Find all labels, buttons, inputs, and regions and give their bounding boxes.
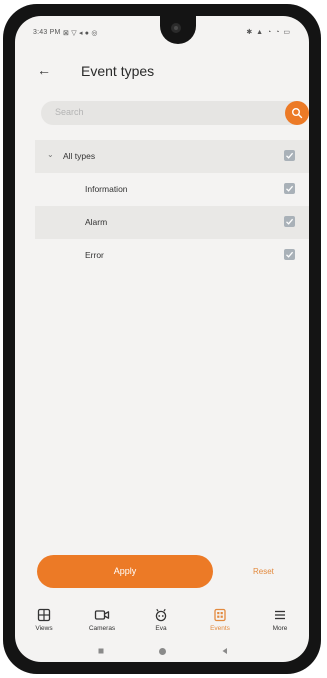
nav-label: Views (35, 625, 53, 632)
nav-label: Eva (155, 625, 167, 632)
status-bar: 3:43 PM ⊠ ▽ ◂ ● ◎ ✱ ▲ ◔ ◔ ▭ (15, 16, 309, 48)
nav-item-cameras[interactable]: Cameras (75, 608, 129, 632)
search-bar[interactable]: Search (41, 101, 309, 125)
checkmark-icon (286, 218, 294, 225)
nav-item-events[interactable]: Events (193, 608, 247, 632)
nav-label: More (272, 625, 288, 632)
status-system-icons: ✱ ▲ ◔ ◔ ▭ (246, 29, 291, 36)
reset-button[interactable]: Reset (253, 567, 274, 576)
search-icon (292, 108, 303, 119)
header: ← Event types (15, 56, 309, 86)
checkmark-icon (286, 185, 294, 192)
page-title: Event types (81, 63, 155, 79)
phone-frame: 3:43 PM ⊠ ▽ ◂ ● ◎ ✱ ▲ ◔ ◔ ▭ ← Event type… (3, 4, 321, 674)
list-item-label: Information (85, 184, 128, 194)
list-item-error[interactable]: Error (35, 239, 309, 272)
search-button[interactable] (285, 101, 309, 125)
status-time: 3:43 PM (33, 29, 61, 36)
list-item-label: Alarm (85, 217, 108, 227)
back-triangle-icon[interactable] (221, 647, 229, 655)
home-icon[interactable] (158, 647, 167, 656)
nav-label: Events (210, 625, 230, 632)
list-item-label: Error (85, 250, 104, 260)
system-navigation-bar (15, 642, 309, 662)
checkbox-all-types[interactable] (284, 150, 295, 161)
nav-item-more[interactable]: More (253, 608, 307, 632)
recents-icon[interactable] (97, 647, 105, 655)
bottom-nav: Views Cameras Eva Events More (15, 598, 309, 638)
menu-icon (275, 610, 285, 620)
list-item-all-types[interactable]: ⌄ All types (35, 140, 309, 173)
checkbox-information[interactable] (284, 183, 295, 194)
nav-item-eva[interactable]: Eva (134, 608, 188, 632)
app-screen: 3:43 PM ⊠ ▽ ◂ ● ◎ ✱ ▲ ◔ ◔ ▭ ← Event type… (15, 16, 309, 662)
checkbox-error[interactable] (284, 249, 295, 260)
event-type-list: ⌄ All types Information Alarm Error (35, 140, 309, 272)
arrow-left-icon[interactable]: ← (37, 62, 51, 78)
chevron-down-icon[interactable]: ⌄ (47, 150, 54, 159)
checkmark-icon (286, 152, 294, 159)
nav-item-views[interactable]: Views (17, 608, 71, 632)
list-item-alarm[interactable]: Alarm (35, 206, 309, 239)
nav-label: Cameras (88, 625, 116, 632)
list-item-label: All types (63, 151, 96, 161)
checkmark-icon (286, 251, 294, 258)
events-icon (214, 608, 226, 622)
status-notification-icons: ⊠ ▽ ◂ ● ◎ (63, 30, 98, 37)
grid-icon (37, 608, 51, 622)
robot-icon (155, 608, 167, 622)
camera-icon (94, 610, 110, 620)
list-item-information[interactable]: Information (35, 173, 309, 206)
apply-button[interactable]: Apply (37, 555, 213, 588)
search-input[interactable]: Search (55, 107, 84, 117)
checkbox-alarm[interactable] (284, 216, 295, 227)
